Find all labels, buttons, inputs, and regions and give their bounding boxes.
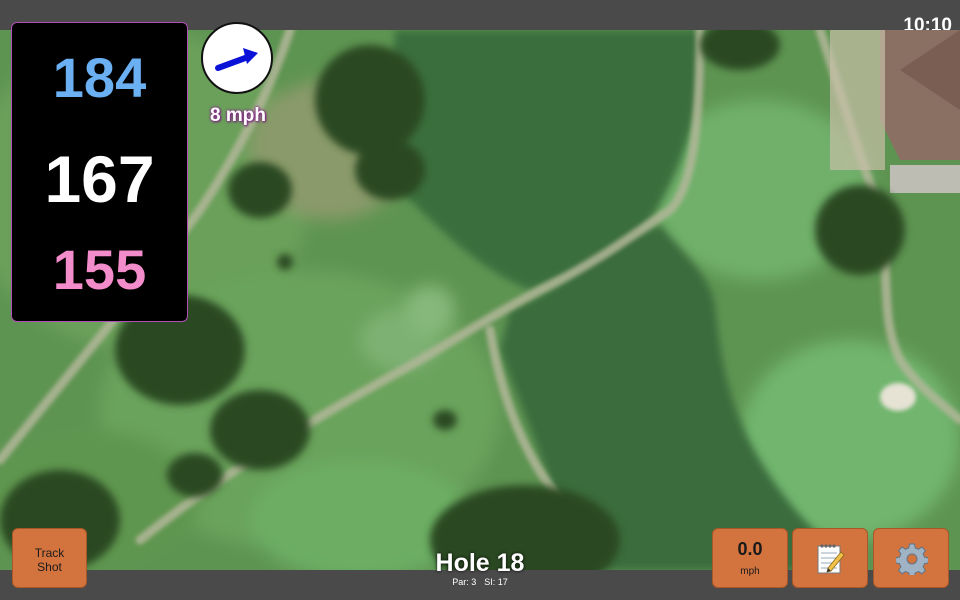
track-shot-button[interactable]: Track Shot (12, 528, 87, 588)
wind-arrow-icon (215, 48, 258, 71)
hole-info: Par: 3 SI: 17 (380, 577, 580, 587)
speed-unit: mph (740, 566, 760, 577)
back-distance: 184 (52, 46, 147, 109)
hole-title: Hole 18 (435, 549, 525, 577)
wind-speed: 8 mph (210, 105, 266, 126)
front-distance: 155 (52, 238, 147, 301)
speed-value: 0.0 (737, 539, 763, 559)
hole-par: Par: 3 (452, 577, 477, 587)
settings-button[interactable] (873, 528, 949, 588)
distance-panel: 184 167 155 (11, 22, 188, 322)
notes-button[interactable] (792, 528, 868, 588)
track-shot-label-line2: Shot (37, 560, 62, 574)
notepad-icon (817, 544, 845, 574)
hole-stroke-index: SI: 17 (484, 577, 508, 587)
gear-icon (896, 543, 928, 575)
wind-direction-indicator (201, 22, 273, 94)
clubhouse-roof (830, 30, 960, 193)
speed-button[interactable]: 0.0 mph (712, 528, 788, 588)
track-shot-label-line1: Track (34, 546, 65, 560)
center-distance: 167 (44, 142, 155, 216)
